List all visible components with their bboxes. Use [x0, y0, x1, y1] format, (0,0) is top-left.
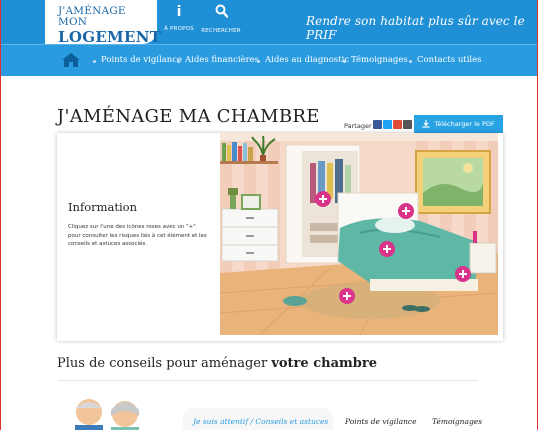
home-icon[interactable]: [61, 52, 81, 68]
nav-item-aides-financieres[interactable]: Aides financières: [185, 55, 259, 65]
hotspot-plus-bed[interactable]: [379, 241, 395, 257]
nav-separator-dot: [257, 60, 260, 63]
download-pdf-button[interactable]: Télécharger le PDF: [414, 115, 503, 133]
download-pdf-label: Télécharger le PDF: [434, 120, 495, 128]
download-icon: [422, 120, 430, 128]
nav-item-aides-diagnostic[interactable]: Aides au diagnostic: [265, 55, 349, 65]
logo-top-text: J'AMÉNAGE MON: [58, 5, 126, 28]
section-divider: [58, 380, 478, 381]
tab-temoignages[interactable]: Témoignages: [432, 417, 482, 426]
section-title: Plus de conseils pour aménager votre cha…: [57, 356, 377, 371]
email-icon[interactable]: [403, 120, 412, 129]
nav-separator-dot: [177, 60, 180, 63]
google-plus-icon[interactable]: [393, 120, 402, 129]
section-title-bold: votre chambre: [271, 356, 377, 371]
search-label: RECHERCHER: [201, 28, 241, 34]
info-title: Information: [68, 200, 138, 214]
tab-conseils-astuces[interactable]: Je suis attentif / Conseils et astuces: [193, 417, 328, 426]
main-nav: Points de vigilance Aides financières Ai…: [1, 44, 537, 76]
nav-item-temoignages[interactable]: Témoignages: [351, 55, 408, 65]
site-tagline: Rendre son habitat plus sûr avec le PRIF: [306, 14, 525, 42]
search-icon: [201, 4, 241, 22]
nav-item-points-vigilance[interactable]: Points de vigilance: [101, 55, 182, 65]
site-logo[interactable]: J'AMÉNAGE MON LOGEMENT: [45, 0, 161, 46]
info-icon: i: [176, 4, 182, 20]
nav-item-contacts-utiles[interactable]: Contacts utiles: [417, 55, 482, 65]
twitter-icon[interactable]: [383, 120, 392, 129]
apropos-button[interactable]: i À PROPOS: [161, 4, 197, 32]
nav-separator-dot: [93, 60, 96, 63]
seniors-illustration: [75, 399, 139, 430]
hotspot-plus-nightstand[interactable]: [455, 266, 471, 282]
nav-separator-dot: [343, 60, 346, 63]
search-button[interactable]: RECHERCHER: [201, 4, 241, 34]
hotspot-plus-closet[interactable]: [398, 203, 414, 219]
facebook-icon[interactable]: [373, 120, 382, 129]
tab-points-vigilance[interactable]: Points de vigilance: [345, 417, 417, 426]
bedroom-illustration: [220, 133, 498, 335]
info-text: Cliquez sur l'une des icônes roses avec …: [68, 224, 207, 247]
page-frame: J'AMÉNAGE MON LOGEMENT i À PROPOS RECHER…: [0, 0, 538, 430]
share-icons: [373, 120, 412, 129]
hotspot-plus-wardrobe[interactable]: [315, 191, 331, 207]
section-title-normal: Plus de conseils pour aménager: [57, 356, 272, 371]
site-header: J'AMÉNAGE MON LOGEMENT i À PROPOS RECHER…: [1, 0, 537, 46]
room-card: Information Cliquez sur l'une des icônes…: [57, 133, 503, 341]
hotspot-plus-rug[interactable]: [339, 288, 355, 304]
apropos-label: À PROPOS: [164, 26, 194, 32]
nav-separator-dot: [409, 60, 412, 63]
page-title: J'AMÉNAGE MA CHAMBRE: [57, 106, 320, 127]
share-label: Partager: [344, 122, 372, 130]
